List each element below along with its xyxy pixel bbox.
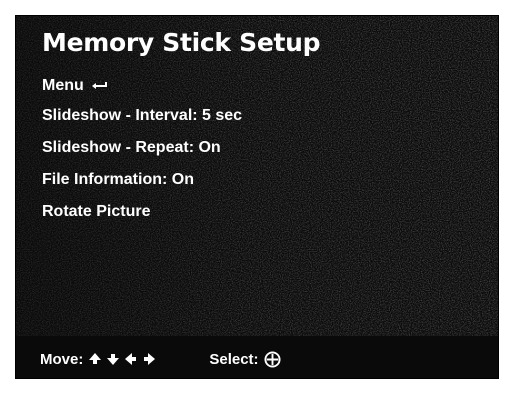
menu-item-label: Menu: [42, 77, 84, 94]
arrow-down-icon: [107, 354, 120, 365]
arrow-up-icon: [89, 353, 102, 364]
menu-item-label: Rotate Picture: [42, 203, 151, 220]
menu-item-menu[interactable]: Menu: [42, 74, 242, 98]
menu-item-label: File Information: On: [42, 171, 194, 188]
arrow-left-icon: [125, 353, 137, 365]
move-label: Move:: [40, 350, 84, 368]
menu-item-file-information[interactable]: File Information: On: [42, 164, 242, 196]
arrow-right-icon: [144, 353, 156, 365]
circle-plus-icon: [264, 350, 281, 368]
move-arrows: [89, 353, 156, 365]
menu-item-slideshow-repeat[interactable]: Slideshow - Repeat: On: [42, 132, 242, 164]
select-label: Select:: [209, 350, 259, 368]
menu-item-label: Slideshow - Repeat: On: [42, 139, 221, 156]
control-hints: Move: Select:: [16, 338, 498, 378]
setup-screen: Memory Stick Setup Menu Slideshow - Inte…: [15, 15, 499, 379]
setup-menu: Menu Slideshow - Interval: 5 sec Slidesh…: [42, 74, 242, 228]
menu-item-label: Slideshow - Interval: 5 sec: [42, 107, 243, 124]
return-arrow-icon: [91, 82, 107, 89]
menu-item-rotate-picture[interactable]: Rotate Picture: [42, 196, 242, 228]
menu-item-slideshow-interval[interactable]: Slideshow - Interval: 5 sec: [42, 100, 242, 132]
screen-title: Memory Stick Setup: [42, 28, 321, 57]
